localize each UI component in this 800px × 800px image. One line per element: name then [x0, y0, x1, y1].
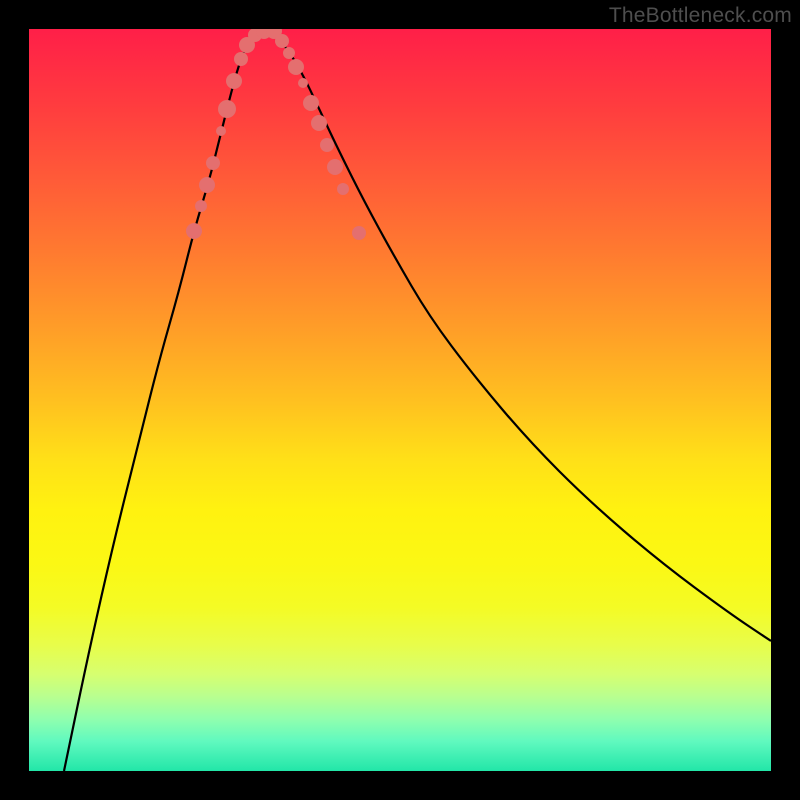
plot-area [29, 29, 771, 771]
marker-dot [199, 177, 215, 193]
marker-dot [218, 100, 236, 118]
marker-dot [186, 223, 202, 239]
watermark-text: TheBottleneck.com [609, 4, 792, 28]
marker-dot [275, 34, 289, 48]
marker-dot [283, 47, 295, 59]
chart-frame: TheBottleneck.com [0, 0, 800, 800]
marker-dot [303, 95, 319, 111]
marker-dot [327, 159, 343, 175]
marker-dot [195, 200, 207, 212]
marker-dot [234, 52, 248, 66]
curve-left [64, 29, 269, 771]
marker-dot [320, 138, 334, 152]
marker-dot [337, 183, 349, 195]
marker-dot [288, 59, 304, 75]
marker-dot [216, 126, 226, 136]
marker-dot [206, 156, 220, 170]
marker-dot [311, 115, 327, 131]
marker-dot [352, 226, 366, 240]
marker-dot [298, 78, 308, 88]
chart-svg [29, 29, 771, 771]
curve-right [269, 29, 771, 641]
marker-group [186, 29, 366, 240]
marker-dot [226, 73, 242, 89]
